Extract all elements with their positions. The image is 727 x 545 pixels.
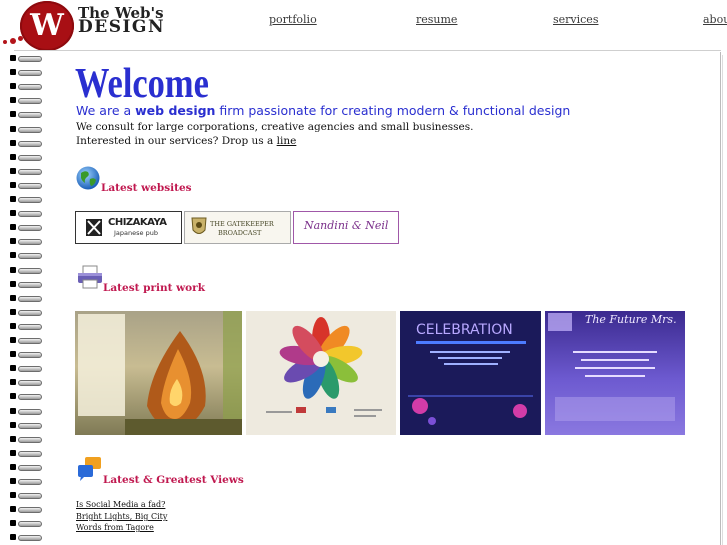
- spiral-ring: [8, 167, 42, 175]
- spiral-ring: [8, 82, 42, 91]
- spiral-ring: [8, 392, 42, 401]
- diya-lamp-image: [125, 311, 242, 435]
- spiral-ring: [8, 336, 42, 344]
- nav-resume[interactable]: resume: [416, 13, 457, 26]
- spiral-ring: [8, 251, 42, 260]
- header: W The Web's DESIGN portfolio resume serv…: [0, 0, 727, 51]
- spiral-ring: [8, 181, 42, 189]
- spiral-ring: [8, 308, 42, 316]
- views-heading: Latest & Greatest Views: [103, 474, 244, 486]
- print-thumb-leaf-wheel[interactable]: [246, 311, 396, 435]
- website-name: THE GATEKEEPER: [210, 220, 274, 228]
- contact-link[interactable]: line: [277, 135, 297, 147]
- blog-link[interactable]: Is Social Media a fad?: [76, 500, 165, 509]
- spiral-ring: [8, 364, 42, 373]
- website-sub: BROADCAST: [218, 229, 262, 237]
- spiral-ring: [8, 195, 42, 203]
- spiral-ring: [8, 280, 42, 288]
- leaf-wheel-image: [266, 317, 382, 417]
- latest-print-heading: Latest print work: [103, 282, 205, 294]
- spiral-binding: [8, 52, 44, 545]
- print-thumb-diya[interactable]: [75, 311, 242, 435]
- spiral-ring: [8, 139, 42, 147]
- page-edge-shadow: [722, 55, 723, 545]
- website-sub: Japanese pub: [114, 229, 158, 237]
- logo-letter: W: [30, 8, 64, 43]
- print-thumb-celebration[interactable]: CELEBRATION: [400, 311, 541, 435]
- spiral-ring: [8, 68, 42, 77]
- page-title: Welcome: [75, 61, 209, 107]
- logo[interactable]: W: [20, 1, 74, 51]
- nav-portfolio[interactable]: portfolio: [269, 13, 317, 26]
- nav-services[interactable]: services: [553, 13, 598, 26]
- spiral-ring: [8, 463, 42, 471]
- tagline: We are a web design firm passionate for …: [76, 103, 571, 118]
- latest-websites-heading: Latest websites: [101, 182, 192, 194]
- blog-link[interactable]: Bright Lights, Big City: [76, 512, 167, 521]
- spiral-ring: [8, 237, 42, 246]
- website-thumb-chizakaya[interactable]: CHIZAKAYA Japanese pub: [75, 211, 182, 244]
- spiral-ring: [8, 378, 42, 387]
- spiral-ring: [8, 435, 42, 443]
- contact-text: Interested in our services? Drop us a li…: [76, 135, 297, 147]
- tagline-bold: web design: [135, 103, 216, 118]
- printer-icon: [78, 265, 102, 289]
- website-name: CHIZAKAYA: [108, 217, 167, 228]
- spiral-ring: [8, 54, 42, 62]
- spiral-ring: [8, 125, 42, 133]
- spiral-ring: [8, 421, 42, 429]
- celebration-art-image: [408, 341, 533, 425]
- spiral-ring: [8, 477, 42, 485]
- blog-link[interactable]: Words from Tagore: [76, 523, 154, 532]
- spiral-ring: [8, 294, 42, 302]
- globe-icon: [76, 166, 100, 190]
- website-name: Nandini & Neil: [304, 219, 389, 232]
- chat-bubbles-icon: [78, 457, 101, 481]
- spiral-ring: [8, 519, 42, 528]
- spiral-ring: [8, 407, 42, 415]
- spiral-ring: [8, 153, 42, 161]
- spiral-ring: [8, 223, 42, 232]
- website-thumb-nandini-neil[interactable]: Nandini & Neil: [293, 211, 399, 244]
- future-mrs-art-image: [548, 313, 675, 421]
- print-thumb-future-mrs[interactable]: The Future Mrs.: [545, 311, 685, 435]
- page-edge: [720, 52, 721, 545]
- spiral-ring: [8, 322, 42, 330]
- spiral-ring: [8, 266, 42, 274]
- spiral-ring: [8, 209, 42, 218]
- spiral-ring: [8, 96, 42, 105]
- spiral-ring: [8, 491, 42, 500]
- spiral-ring: [8, 449, 42, 457]
- spiral-ring: [8, 505, 42, 514]
- spiral-ring: [8, 110, 42, 119]
- nav-about[interactable]: about: [703, 13, 727, 26]
- spiral-ring: [8, 350, 42, 359]
- brand-name-line2: DESIGN: [78, 17, 165, 37]
- header-divider: [14, 50, 721, 51]
- website-thumb-gatekeeper[interactable]: THE GATEKEEPER BROADCAST: [184, 211, 291, 244]
- spiral-ring: [8, 533, 42, 542]
- consult-text: We consult for large corporations, creat…: [76, 121, 474, 133]
